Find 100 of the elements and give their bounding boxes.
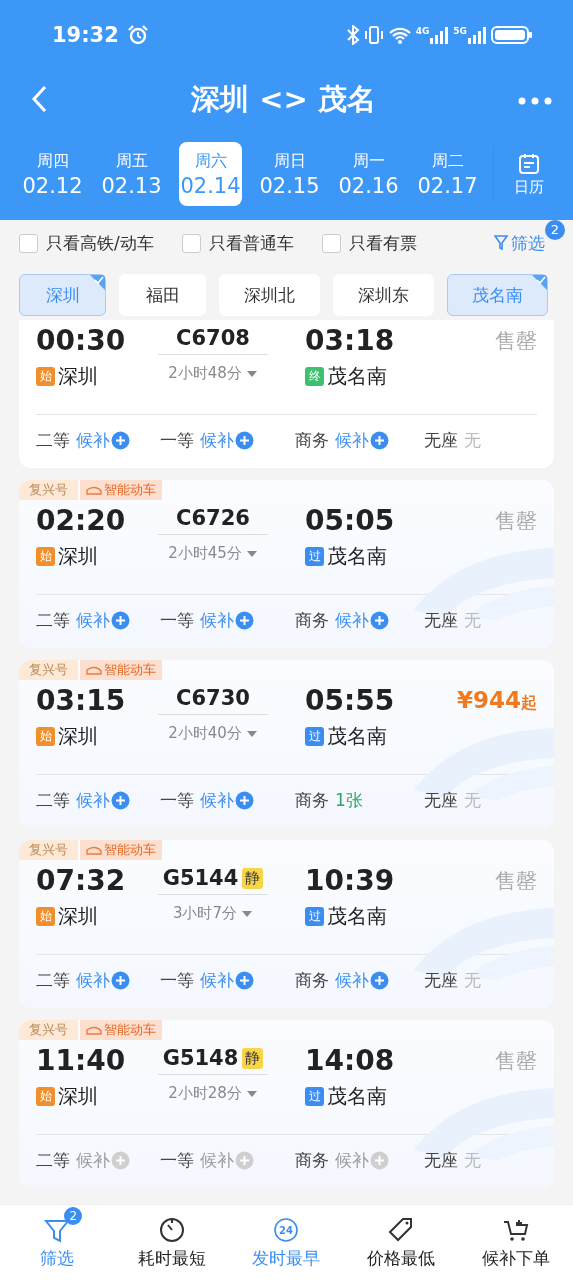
seat-class: 一等 xyxy=(160,789,194,812)
seat-class: 无座 xyxy=(424,609,458,632)
quiet-badge: 静 xyxy=(242,867,264,889)
train-tag: 智能动车 xyxy=(80,660,162,680)
signal-icon xyxy=(429,25,450,45)
sort-tab[interactable]: 24 发时最早 xyxy=(229,1205,344,1280)
calendar-icon xyxy=(517,151,541,176)
waitlist-button[interactable]: 候补 xyxy=(200,969,254,992)
seat-class: 一等 xyxy=(160,609,194,632)
waitlist-button[interactable]: 候补 xyxy=(76,969,130,992)
date-tab[interactable]: 周五 02.13 xyxy=(92,142,171,206)
origin-badge: 始 xyxy=(36,727,55,746)
count-badge: 2 xyxy=(545,219,565,240)
train-number: G5144 xyxy=(162,866,239,890)
destination-badge: 终 xyxy=(305,367,324,386)
duration-toggle[interactable]: 2小时40分 xyxy=(168,724,258,743)
seat-class: 无座 xyxy=(424,1149,458,1172)
network-label: 5G xyxy=(453,26,467,36)
sort-tab[interactable]: 2 筛选 xyxy=(0,1205,115,1280)
train-tag: 复兴号 xyxy=(19,660,78,680)
date-tab[interactable]: 周六 02.14 xyxy=(179,142,242,206)
train-icon xyxy=(86,485,102,495)
train-tag: 智能动车 xyxy=(80,840,162,860)
filter-checkbox[interactable]: 只看高铁/动车 xyxy=(19,231,154,255)
sort-tab[interactable]: 耗时最短 xyxy=(114,1205,230,1280)
sort-tab[interactable]: 候补下单 xyxy=(458,1205,573,1280)
plus-icon xyxy=(111,611,130,630)
duration-toggle[interactable]: 3小时7分 xyxy=(172,904,254,923)
destination-station: 茂名南 xyxy=(327,363,387,390)
train-tag: 智能动车 xyxy=(80,480,162,500)
destination-badge: 过 xyxy=(305,907,324,926)
date-tab[interactable]: 周四 02.12 xyxy=(13,142,92,206)
calendar-button[interactable]: 日历 xyxy=(514,151,544,197)
waitlist-button[interactable]: 候补 xyxy=(76,429,130,452)
filter-checkbox[interactable]: 只看普通车 xyxy=(181,231,294,255)
origin-station: 深圳 xyxy=(58,1083,98,1110)
train-tag: 智能动车 xyxy=(80,1020,162,1040)
departure-time: 02:20 xyxy=(36,504,127,537)
filter-button[interactable]: 筛选 xyxy=(494,231,545,255)
seat-class: 二等 xyxy=(36,969,70,992)
station-chip[interactable]: 深圳 xyxy=(19,274,106,316)
sort-tab[interactable]: 价格最低 xyxy=(343,1205,459,1280)
train-number: G5148 xyxy=(162,1046,239,1070)
plus-icon xyxy=(235,431,254,450)
destination-badge: 过 xyxy=(305,1087,324,1106)
station-chip[interactable]: 茂名南 xyxy=(447,274,548,316)
seat-status: 无 xyxy=(464,1149,481,1172)
waitlist-button[interactable]: 候补 xyxy=(335,429,389,452)
date-tab[interactable]: 周日 02.15 xyxy=(250,142,329,206)
seat-class: 无座 xyxy=(424,789,458,812)
duration-toggle[interactable]: 2小时28分 xyxy=(168,1084,258,1103)
seat-class: 无座 xyxy=(424,969,458,992)
plus-icon xyxy=(235,791,254,810)
arrival-time: 05:55 xyxy=(304,684,396,717)
plus-icon xyxy=(370,431,389,450)
alarm-clock-icon xyxy=(126,24,149,46)
check-icon xyxy=(90,275,105,290)
waitlist-button[interactable]: 候补 xyxy=(200,789,254,812)
train-icon xyxy=(86,1025,102,1035)
plus-icon xyxy=(111,791,130,810)
plus-icon xyxy=(235,1151,254,1170)
waitlist-button[interactable]: 候补 xyxy=(76,609,130,632)
origin-station: 深圳 xyxy=(58,723,98,750)
bluetooth-icon xyxy=(345,25,360,45)
date-tab[interactable]: 周二 02.17 xyxy=(408,142,487,206)
plus-icon xyxy=(235,971,254,990)
waitlist-button[interactable]: 候补 xyxy=(335,609,389,632)
destination-station: 茂名南 xyxy=(327,723,387,750)
waitlist-button[interactable]: 候补 xyxy=(200,609,254,632)
filter-icon xyxy=(494,235,508,251)
origin-station: 深圳 xyxy=(58,903,98,930)
check-icon xyxy=(532,275,547,290)
duration-toggle[interactable]: 2小时45分 xyxy=(168,544,258,563)
station-chip[interactable]: 深圳东 xyxy=(333,274,434,316)
sold-out-label: 售罄 xyxy=(495,327,537,355)
arrival-time: 03:18 xyxy=(304,324,396,357)
plus-icon xyxy=(111,1151,130,1170)
waitlist-button[interactable]: 候补 xyxy=(335,969,389,992)
train-number: C6730 xyxy=(176,686,250,710)
date-tab[interactable]: 周一 02.16 xyxy=(329,142,408,206)
train-tag: 复兴号 xyxy=(19,480,78,500)
plus-icon xyxy=(370,1151,389,1170)
duration-toggle[interactable]: 2小时48分 xyxy=(168,364,258,383)
caret-icon xyxy=(245,549,258,558)
seat-count: 1张 xyxy=(335,789,363,812)
seat-class: 二等 xyxy=(36,429,70,452)
seat-status: 无 xyxy=(464,969,481,992)
seat-class: 二等 xyxy=(36,1149,70,1172)
waitlist-button[interactable]: 候补 xyxy=(200,429,254,452)
seat-status: 无 xyxy=(464,789,481,812)
status-time: 19:32 xyxy=(52,23,119,47)
filter-checkbox[interactable]: 只看有票 xyxy=(321,231,417,255)
station-chip[interactable]: 深圳北 xyxy=(219,274,320,316)
seat-class: 商务 xyxy=(295,429,329,452)
arrival-time: 10:39 xyxy=(304,864,396,897)
seat-class: 一等 xyxy=(160,1149,194,1172)
network-label: 4G xyxy=(415,26,430,36)
arrival-time: 05:05 xyxy=(304,504,396,537)
waitlist-button[interactable]: 候补 xyxy=(76,789,130,812)
station-chip[interactable]: 福田 xyxy=(119,274,206,316)
